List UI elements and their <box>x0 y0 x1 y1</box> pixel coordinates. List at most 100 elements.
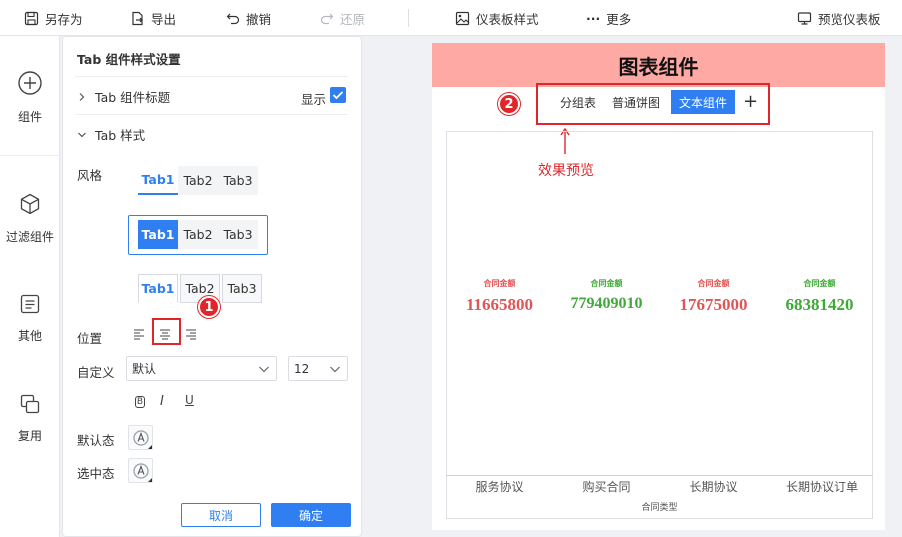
highlight-box-align-center <box>152 318 181 345</box>
axis-title: 合同类型 <box>641 503 678 513</box>
rail-divider <box>0 155 60 156</box>
rail-item-components[interactable]: 组件 <box>0 70 60 125</box>
checkmark-icon <box>332 91 344 100</box>
reuse-icon <box>20 394 40 414</box>
left-rail: 组件 过滤组件 其他 复用 <box>0 36 60 537</box>
undo-icon <box>226 13 240 25</box>
tab-sample: Tab3 <box>223 173 253 188</box>
monitor-icon <box>797 11 812 25</box>
kpi-label: 合同金额 <box>590 279 623 288</box>
font-family-value: 默认 <box>132 362 157 376</box>
selected-state-label: 选中态 <box>77 466 115 481</box>
dashboard-style-label: 仪表板样式 <box>476 11 539 27</box>
bold-button[interactable]: B <box>135 396 145 408</box>
rail-item-other[interactable]: 其他 <box>0 293 60 344</box>
align-left-button[interactable] <box>133 328 145 343</box>
export-button[interactable]: 导出 <box>130 0 176 36</box>
plus-circle-icon <box>18 71 42 95</box>
dashboard-preview: 图表组件 分组表 普通饼图 文本组件 + 2 效果预览 合同金额 1166580… <box>432 43 885 530</box>
redo-label: 还原 <box>340 11 366 27</box>
rail-item-label: 复用 <box>17 429 42 443</box>
cancel-button[interactable]: 取消 <box>181 503 261 527</box>
rail-item-label: 组件 <box>17 110 42 124</box>
rail-item-label: 其他 <box>17 329 42 343</box>
kpi-label: 合同金额 <box>483 279 516 288</box>
tab-sample: Tab1 <box>138 220 178 249</box>
show-label: 显示 <box>301 92 327 107</box>
font-size-value: 12 <box>294 361 310 376</box>
align-right-button[interactable] <box>185 328 197 343</box>
more-button[interactable]: ··· 更多 <box>586 0 631 36</box>
x-axis-line <box>446 475 873 476</box>
italic-button[interactable]: I <box>160 394 164 409</box>
style-option-underline[interactable]: Tab1 Tab2 Tab3 <box>138 166 258 195</box>
tab-title-section-label: Tab 组件标题 <box>95 90 171 105</box>
kpi-value: 779409010 <box>570 295 643 312</box>
tab-style-section-toggle[interactable]: Tab 样式 <box>77 125 145 144</box>
tab-sample: Tab1 <box>138 274 178 303</box>
highlight-box-preview-tabs <box>536 83 770 125</box>
font-size-select[interactable]: 12 <box>288 356 348 381</box>
style-option-filled[interactable]: Tab1 Tab2 Tab3 <box>138 220 258 249</box>
undo-button[interactable]: 撤销 <box>226 0 271 36</box>
tab-title-section-toggle[interactable]: Tab 组件标题 <box>77 87 170 106</box>
kpi-value: 11665800 <box>465 295 534 314</box>
divider <box>75 114 348 115</box>
underline-button[interactable]: U <box>185 393 194 407</box>
top-toolbar: 另存为 导出 撤销 还原 仪表板样式 ··· 更多 预览仪表板 <box>0 0 902 36</box>
chevron-down-icon <box>78 132 86 137</box>
tab-style-section-label: Tab 样式 <box>95 128 146 143</box>
chevron-down-icon <box>259 366 269 373</box>
preview-title: 图表组件 <box>432 43 885 87</box>
dashboard-style-button[interactable]: 仪表板样式 <box>455 0 539 36</box>
text-color-icon <box>133 463 152 482</box>
rail-item-reuse[interactable]: 复用 <box>0 393 60 444</box>
default-state-style-picker[interactable] <box>128 425 153 450</box>
save-as-button[interactable]: 另存为 <box>24 0 83 36</box>
tab-style-settings-panel: Tab 组件样式设置 Tab 组件标题 显示 Tab 样式 风格 Tab1 Ta… <box>62 36 362 537</box>
category-label: 长期协议订单 <box>785 480 858 494</box>
category-label: 长期协议 <box>689 480 738 494</box>
more-label: 更多 <box>606 11 632 27</box>
rail-item-label: 过滤组件 <box>5 230 54 244</box>
align-left-icon <box>134 329 144 340</box>
text-component-frame <box>446 131 873 519</box>
category-label: 购买合同 <box>582 480 631 494</box>
redo-button[interactable]: 还原 <box>320 0 365 36</box>
align-right-icon <box>186 329 196 340</box>
toolbar-divider <box>408 9 409 27</box>
default-state-label: 默认态 <box>77 433 115 448</box>
style-label: 风格 <box>77 168 103 183</box>
chevron-down-icon <box>330 366 340 373</box>
kpi-value: 17675000 <box>679 295 748 314</box>
kpi-column: 合同金额 17675000 <box>660 278 767 315</box>
show-checkbox[interactable] <box>330 87 346 103</box>
font-family-select[interactable]: 默认 <box>126 356 277 381</box>
image-style-icon <box>455 11 470 25</box>
kpi-column: 合同金额 11665800 <box>446 278 553 315</box>
rail-item-filter-components[interactable]: 过滤组件 <box>0 192 60 245</box>
kpi-label: 合同金额 <box>803 279 836 288</box>
redo-icon <box>320 13 334 25</box>
confirm-button[interactable]: 确定 <box>271 503 351 527</box>
kpi-label: 合同金额 <box>697 279 730 288</box>
undo-label: 撤销 <box>246 11 272 27</box>
annotation-badge-2: 2 <box>498 93 520 115</box>
more-dots-icon: ··· <box>586 10 601 26</box>
export-label: 导出 <box>151 11 177 27</box>
category-label: 服务协议 <box>475 480 524 494</box>
tab-sample: Tab2 <box>183 173 213 188</box>
kpi-column: 合同金额 68381420 <box>766 278 873 315</box>
document-icon <box>20 294 40 314</box>
tab-sample: Tab3 <box>223 227 253 242</box>
divider <box>75 76 348 77</box>
position-label: 位置 <box>77 331 103 346</box>
preview-dashboard-label: 预览仪表板 <box>818 11 881 27</box>
save-as-label: 另存为 <box>45 11 83 27</box>
custom-label: 自定义 <box>77 365 115 380</box>
annotation-badge-1: 1 <box>198 296 220 318</box>
chevron-right-icon <box>79 92 85 101</box>
preview-dashboard-button[interactable]: 预览仪表板 <box>797 0 881 36</box>
cube-icon <box>20 193 40 215</box>
selected-state-style-picker[interactable] <box>128 458 153 483</box>
